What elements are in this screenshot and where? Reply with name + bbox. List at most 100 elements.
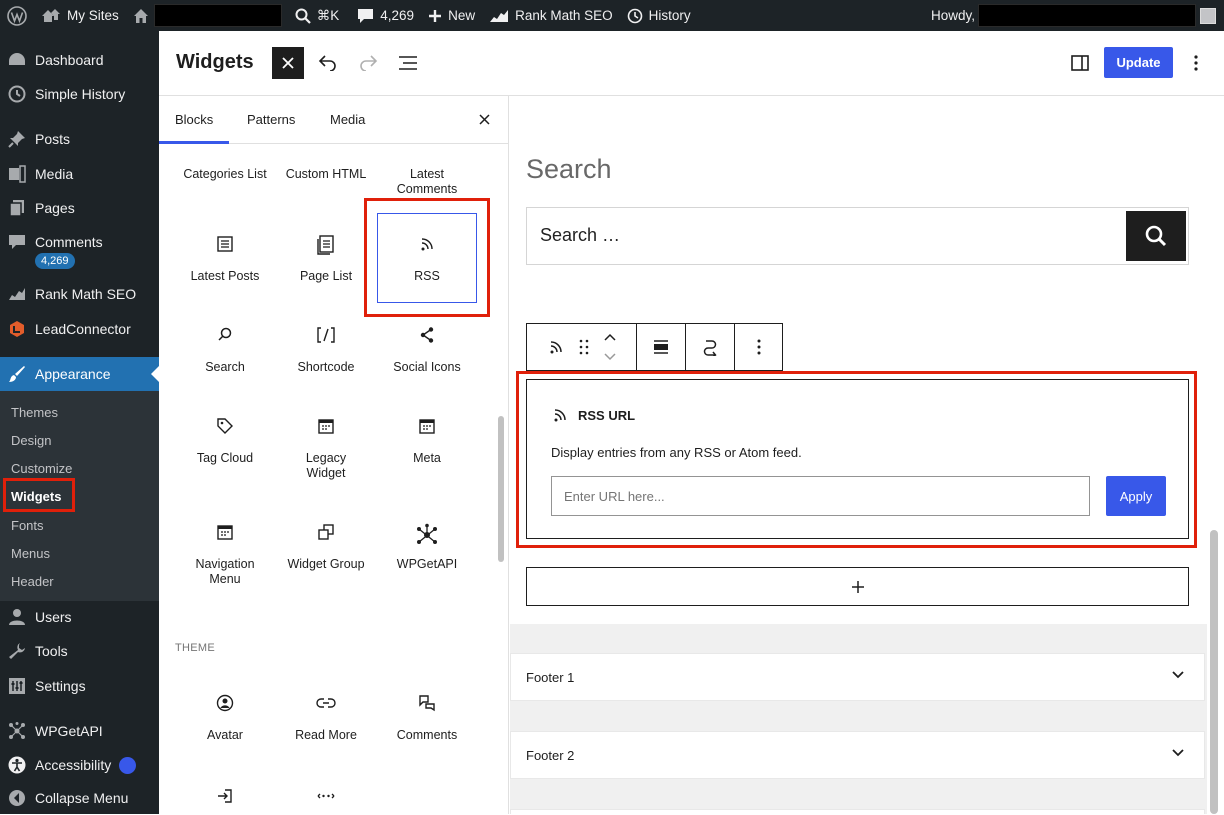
- widget-area-next[interactable]: [510, 809, 1205, 814]
- sidebar-item-simple-history[interactable]: Simple History: [0, 77, 159, 111]
- submenu-header[interactable]: Header: [11, 574, 54, 589]
- widget-area-footer-1[interactable]: Footer 1: [510, 653, 1205, 701]
- sidebar-item-comments[interactable]: Comments: [0, 225, 159, 259]
- block-meta[interactable]: Meta: [377, 417, 477, 466]
- tab-patterns[interactable]: Patterns: [247, 112, 295, 127]
- history-menu[interactable]: History: [620, 0, 698, 31]
- sidebar-item-accessibility[interactable]: Accessibility: [0, 748, 159, 782]
- block-page-list[interactable]: Page List: [276, 235, 376, 284]
- block-more[interactable]: [276, 787, 376, 814]
- block-social-icons[interactable]: Social Icons: [377, 326, 477, 375]
- block-rss[interactable]: RSS: [377, 213, 477, 303]
- search-widget-title[interactable]: Search: [526, 154, 612, 185]
- block-latest-comments[interactable]: Latest Comments: [377, 167, 477, 197]
- rss-block-placeholder[interactable]: RSS URL Display entries from any RSS or …: [526, 379, 1189, 539]
- inserter-scrollbar[interactable]: [498, 416, 504, 562]
- chevron-down-icon[interactable]: [1172, 671, 1184, 679]
- block-categories-list[interactable]: Categories List: [175, 167, 275, 182]
- block-comments[interactable]: Comments: [377, 694, 477, 743]
- sidebar-item-wpgetapi[interactable]: WPGetAPI: [0, 714, 159, 748]
- sidebar-item-rank-math[interactable]: Rank Math SEO: [0, 277, 159, 311]
- block-widget-group[interactable]: Widget Group: [276, 523, 376, 572]
- move-up-down-icon[interactable]: [603, 332, 617, 362]
- submenu-menus[interactable]: Menus: [11, 546, 50, 561]
- new-content-button[interactable]: New: [421, 0, 482, 31]
- close-inserter-button[interactable]: [272, 47, 304, 79]
- drag-handle-icon[interactable]: [579, 339, 589, 355]
- block-navigation-menu[interactable]: Navigation Menu: [175, 523, 275, 587]
- block-tag-cloud[interactable]: Tag Cloud: [175, 417, 275, 466]
- submenu-fonts[interactable]: Fonts: [11, 518, 44, 533]
- tab-media[interactable]: Media: [330, 112, 365, 127]
- submenu-widgets[interactable]: Widgets: [11, 489, 61, 504]
- rss-icon[interactable]: [547, 338, 565, 356]
- block-shortcode[interactable]: Shortcode: [276, 326, 376, 375]
- apply-button[interactable]: Apply: [1106, 476, 1166, 516]
- tab-blocks[interactable]: Blocks: [175, 112, 213, 127]
- history-label: History: [648, 8, 691, 23]
- sidebar-item-pages[interactable]: Pages: [0, 191, 159, 225]
- block-avatar[interactable]: Avatar: [175, 694, 275, 743]
- close-panel-button[interactable]: [479, 114, 490, 125]
- document-overview-button[interactable]: [398, 55, 418, 71]
- redacted-site-name[interactable]: [153, 4, 282, 27]
- comments-link[interactable]: 4,269: [350, 0, 421, 31]
- rank-math-menu[interactable]: Rank Math SEO: [482, 0, 620, 31]
- list-view-icon: [399, 56, 417, 70]
- block-label: Categories List: [183, 167, 267, 181]
- align-button[interactable]: [637, 324, 686, 370]
- submenu-customize[interactable]: Customize: [11, 461, 72, 476]
- submenu-design[interactable]: Design: [11, 433, 51, 448]
- update-button[interactable]: Update: [1104, 47, 1173, 78]
- sidebar-item-label: LeadConnector: [35, 321, 131, 337]
- sidebar-item-leadconnector[interactable]: LeadConnector: [0, 312, 159, 346]
- canvas-scrollbar[interactable]: [1210, 530, 1218, 814]
- transform-button[interactable]: [686, 324, 735, 370]
- shortcut-label: ⌘K: [316, 7, 340, 23]
- sidebar-item-media[interactable]: Media: [0, 157, 159, 191]
- collapse-menu-button[interactable]: Collapse Menu: [0, 781, 159, 815]
- my-sites-menu[interactable]: My Sites: [34, 0, 126, 31]
- redo-icon: [360, 55, 378, 71]
- options-menu-button[interactable]: [1194, 55, 1198, 71]
- sidebar-item-settings[interactable]: Settings: [0, 669, 159, 703]
- widget-area-footer-2[interactable]: Footer 2: [510, 731, 1205, 779]
- sidebar-item-posts[interactable]: Posts: [0, 122, 159, 156]
- command-palette-button[interactable]: ⌘K: [288, 0, 347, 31]
- block-latest-posts[interactable]: Latest Posts: [175, 235, 275, 284]
- site-home-button[interactable]: [126, 0, 156, 31]
- sidebar-item-dashboard[interactable]: Dashboard: [0, 43, 159, 77]
- redo-button[interactable]: [358, 53, 378, 71]
- wordpress-logo-icon[interactable]: [0, 0, 34, 31]
- rss-url-input[interactable]: [551, 476, 1090, 516]
- sidebar-item-appearance[interactable]: Appearance: [0, 357, 159, 391]
- block-login[interactable]: [175, 787, 275, 814]
- avatar[interactable]: [1200, 7, 1216, 24]
- chevron-down-icon[interactable]: [1172, 749, 1184, 757]
- comment-icon: [358, 8, 374, 23]
- block-options-button[interactable]: [735, 324, 782, 370]
- sidebar-item-users[interactable]: Users: [0, 600, 159, 634]
- howdy-label[interactable]: Howdy,: [924, 0, 978, 31]
- settings-sidebar-toggle[interactable]: [1071, 55, 1089, 71]
- add-block-button[interactable]: [526, 567, 1189, 606]
- block-custom-html[interactable]: Custom HTML: [276, 167, 376, 182]
- comment-icon: [9, 235, 25, 249]
- block-legacy-widget[interactable]: Legacy Widget: [276, 417, 376, 481]
- search-icon: [218, 327, 232, 341]
- undo-button[interactable]: [318, 53, 338, 71]
- block-label: Latest Posts: [190, 269, 260, 283]
- block-wpgetapi[interactable]: WPGetAPI: [377, 523, 477, 572]
- search-widget[interactable]: Search …: [526, 207, 1189, 265]
- search-widget-button[interactable]: [1126, 211, 1186, 261]
- block-read-more[interactable]: Read More: [276, 694, 376, 743]
- submenu-themes[interactable]: Themes: [11, 405, 58, 420]
- block-label: Avatar: [207, 728, 243, 742]
- sidebar-item-tools[interactable]: Tools: [0, 634, 159, 668]
- sidebar-item-label: Posts: [35, 131, 71, 147]
- my-sites-label: My Sites: [67, 8, 119, 23]
- comments-count-badge: 4,269: [35, 253, 75, 269]
- redacted-username[interactable]: [978, 4, 1196, 27]
- block-search[interactable]: Search: [175, 326, 275, 375]
- active-indicator: [151, 366, 159, 382]
